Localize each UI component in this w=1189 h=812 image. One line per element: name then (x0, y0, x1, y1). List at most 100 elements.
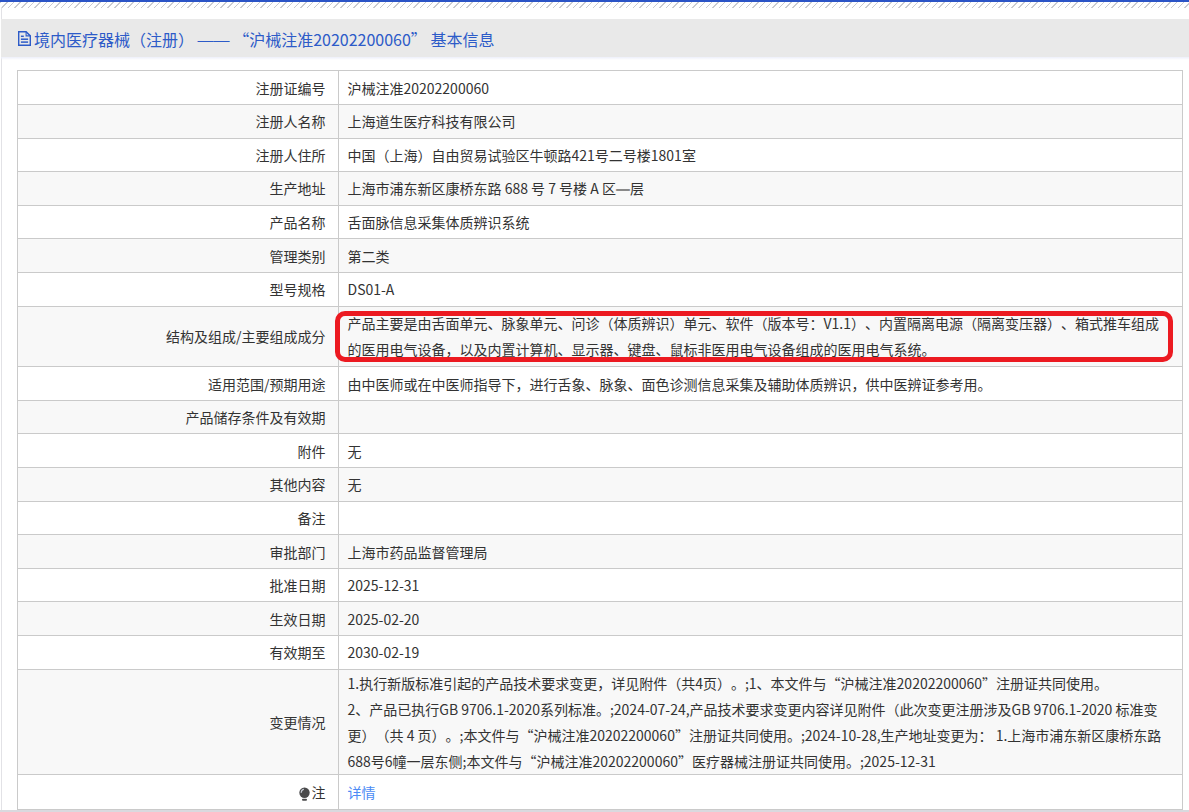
row-value-cell: DS01-A (339, 273, 1182, 306)
row-value: 产品主要是由舌面单元、脉象单元、问诊（体质辨识）单元、软件（版本号：V1.1）、… (348, 310, 1167, 362)
row-label-cell: 注册人住所 (18, 139, 339, 172)
row-label-cell: 产品名称 (18, 206, 339, 239)
info-table: 注册证编号 沪械注准20202200060 注册人名称 上海道生医疗科技有限公司… (17, 70, 1183, 810)
row-value: 无 (348, 438, 362, 464)
row-label: 其他内容 (270, 474, 326, 494)
row-value-cell: 2025-12-31 (339, 569, 1182, 602)
row-value: 2025-12-31 (348, 572, 420, 598)
row-value: 沪械注准20202200060 (348, 75, 489, 101)
row-value-cell: 产品主要是由舌面单元、脉象单元、问诊（体质辨识）单元、软件（版本号：V1.1）、… (339, 307, 1182, 367)
row-label-cell: 管理类别 (18, 239, 339, 272)
row-label: 附件 (298, 441, 326, 461)
table-row: 批准日期 2025-12-31 (18, 568, 1182, 602)
table-row: 注册人名称 上海道生医疗科技有限公司 (18, 104, 1182, 138)
row-label-cell: 备注 (18, 502, 339, 535)
row-label-cell: 注 (18, 775, 339, 809)
row-value: 2025-02-20 (348, 606, 420, 632)
row-value-cell: 上海市药品监督管理局 (339, 535, 1182, 568)
row-value: 无 (348, 471, 362, 497)
row-value: DS01-A (348, 276, 395, 302)
row-value: 中国（上海）自由贸易试验区牛顿路421号二号楼1801室 (348, 142, 696, 168)
row-value-cell: 第二类 (339, 239, 1182, 272)
row-value-cell: 2030-02-19 (339, 636, 1182, 669)
table-row: 产品储存条件及有效期 (18, 400, 1182, 434)
page-header-bar: 境内医疗器械（注册） —— “沪械注准20202200060” 基本信息 (1, 19, 1189, 57)
row-label-cell: 有效期至 (18, 636, 339, 669)
note-bulb-icon (299, 785, 310, 799)
row-label: 生产地址 (270, 178, 326, 198)
row-label-cell: 附件 (18, 434, 339, 467)
row-value: 由中医师或在中医师指导下，进行舌象、脉象、面色诊测信息采集及辅助体质辨识，供中医… (348, 371, 992, 397)
row-value-cell: 中国（上海）自由贸易试验区牛顿路421号二号楼1801室 (339, 139, 1182, 172)
detail-link[interactable]: 详情 (348, 779, 376, 805)
row-label-cell: 适用范围/预期用途 (18, 367, 339, 400)
row-value-cell: 无 (339, 434, 1182, 467)
row-label: 适用范围/预期用途 (208, 374, 326, 394)
row-value: 上海市浦东新区康桥东路 688 号 7 号楼 A 区—层 (348, 175, 644, 201)
row-label: 注册人住所 (256, 145, 326, 165)
row-value: 第二类 (348, 243, 390, 269)
row-value: 上海市药品监督管理局 (348, 539, 488, 565)
row-label: 审批部门 (270, 542, 326, 562)
row-label-cell: 变更情况 (18, 670, 339, 775)
row-label: 产品名称 (270, 212, 326, 232)
row-label: 管理类别 (270, 246, 326, 266)
table-row: 其他内容 无 (18, 467, 1182, 501)
table-row: 审批部门 上海市药品监督管理局 (18, 534, 1182, 568)
row-label-cell: 生产地址 (18, 172, 339, 205)
row-value-cell (339, 401, 1182, 434)
row-label-cell: 审批部门 (18, 535, 339, 568)
row-label-cell: 其他内容 (18, 468, 339, 501)
row-label-cell: 注册证编号 (18, 71, 339, 104)
row-value: 舌面脉信息采集体质辨识系统 (348, 209, 530, 235)
row-label: 注册人名称 (256, 111, 326, 131)
table-row: 注 详情 (18, 774, 1182, 809)
row-value-cell: 由中医师或在中医师指导下，进行舌象、脉象、面色诊测信息采集及辅助体质辨识，供中医… (339, 367, 1182, 400)
table-row: 管理类别 第二类 (18, 238, 1182, 272)
table-row: 型号规格 DS01-A (18, 272, 1182, 306)
row-label: 生效日期 (270, 609, 326, 629)
page-left-border (1, 7, 2, 812)
row-value: 上海道生医疗科技有限公司 (348, 108, 516, 134)
row-value-cell: 沪械注准20202200060 (339, 71, 1182, 104)
row-label-cell: 型号规格 (18, 273, 339, 306)
row-value-cell: 上海市浦东新区康桥东路 688 号 7 号楼 A 区—层 (339, 172, 1182, 205)
table-row: 注册证编号 沪械注准20202200060 (18, 71, 1182, 104)
top-diagonal-stripes (0, 2, 1189, 8)
table-row: 有效期至 2030-02-19 (18, 635, 1182, 669)
row-label: 注 (312, 782, 326, 802)
table-row: 注册人住所 中国（上海）自由贸易试验区牛顿路421号二号楼1801室 (18, 138, 1182, 172)
table-row: 附件 无 (18, 433, 1182, 467)
row-label-cell: 生效日期 (18, 602, 339, 635)
table-row: 适用范围/预期用途 由中医师或在中医师指导下，进行舌象、脉象、面色诊测信息采集及… (18, 366, 1182, 400)
row-value-cell: 舌面脉信息采集体质辨识系统 (339, 206, 1182, 239)
row-label: 批准日期 (270, 575, 326, 595)
table-row: 生效日期 2025-02-20 (18, 601, 1182, 635)
row-value: 1.执行新版标准引起的产品技术要求变更，详见附件（共4页）。;1、本文件与“沪械… (348, 670, 1164, 774)
row-label: 注册证编号 (256, 78, 326, 98)
table-row: 备注 (18, 501, 1182, 535)
row-label-cell: 批准日期 (18, 569, 339, 602)
row-label: 结构及组成/主要组成成分 (166, 326, 326, 346)
document-icon (18, 30, 31, 46)
page-title: 境内医疗器械（注册） —— “沪械注准20202200060” 基本信息 (34, 19, 494, 57)
row-value-cell: 详情 (339, 775, 1182, 809)
table-row: 结构及组成/主要组成成分 产品主要是由舌面单元、脉象单元、问诊（体质辨识）单元、… (18, 306, 1182, 367)
row-label: 型号规格 (270, 279, 326, 299)
table-row: 生产地址 上海市浦东新区康桥东路 688 号 7 号楼 A 区—层 (18, 171, 1182, 205)
row-label-cell: 结构及组成/主要组成成分 (18, 307, 339, 367)
row-value-cell: 上海道生医疗科技有限公司 (339, 105, 1182, 138)
header-bottom-glow (1, 57, 1189, 60)
table-row: 变更情况 1.执行新版标准引起的产品技术要求变更，详见附件（共4页）。;1、本文… (18, 669, 1182, 775)
row-value-cell: 2025-02-20 (339, 602, 1182, 635)
row-label-cell: 注册人名称 (18, 105, 339, 138)
table-row: 产品名称 舌面脉信息采集体质辨识系统 (18, 205, 1182, 239)
row-label: 有效期至 (270, 642, 326, 662)
row-value-cell (339, 502, 1182, 535)
row-label: 产品储存条件及有效期 (186, 407, 326, 427)
row-value-cell: 1.执行新版标准引起的产品技术要求变更，详见附件（共4页）。;1、本文件与“沪械… (339, 670, 1182, 775)
row-value-cell: 无 (339, 468, 1182, 501)
row-label-cell: 产品储存条件及有效期 (18, 401, 339, 434)
row-label: 备注 (298, 508, 326, 528)
row-value: 2030-02-19 (348, 639, 420, 665)
